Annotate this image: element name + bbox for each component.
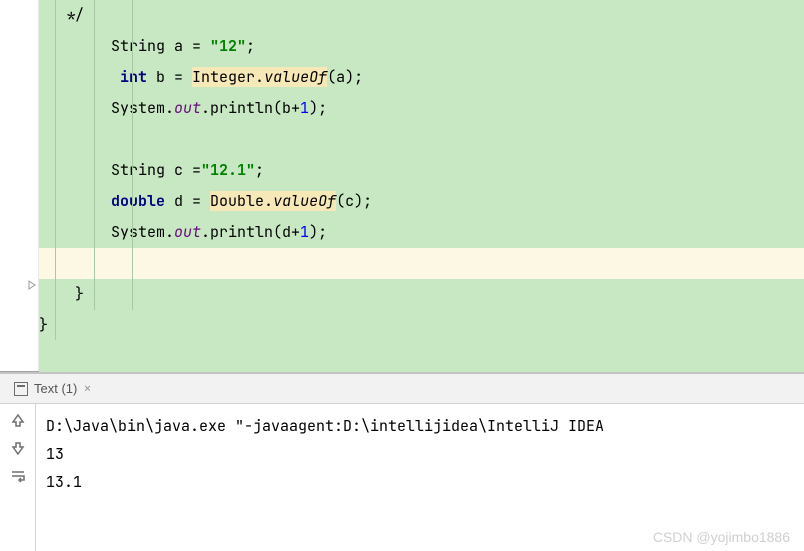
code-token: "12" <box>210 36 246 56</box>
code-token: Double. <box>210 191 273 211</box>
code-token: out <box>174 98 201 118</box>
code-line[interactable] <box>39 248 804 279</box>
code-token <box>39 191 111 211</box>
code-area[interactable]: */ String a = "12"; int b = Integer.valu… <box>39 0 804 372</box>
code-line[interactable]: } <box>39 279 804 310</box>
code-token: ; <box>246 36 255 56</box>
console-output[interactable]: D:\Java\bin\java.exe "-javaagent:D:\inte… <box>36 404 623 551</box>
code-line[interactable] <box>39 341 804 372</box>
code-token: "12.1" <box>201 160 255 180</box>
code-token <box>39 253 48 273</box>
code-line[interactable]: String a = "12"; <box>39 31 804 62</box>
code-token: valueOf <box>264 67 327 87</box>
code-token: System. <box>39 222 174 242</box>
code-line[interactable]: System.out.println(b+1); <box>39 93 804 124</box>
code-token: ( <box>327 67 336 87</box>
code-token: .println(b+ <box>201 98 300 118</box>
code-line[interactable]: double d = Double.valueOf(c); <box>39 186 804 217</box>
code-line[interactable]: } <box>39 310 804 341</box>
code-token: d = <box>165 191 210 211</box>
indent-guide <box>55 0 56 340</box>
code-token: 1 <box>300 222 309 242</box>
code-token: double <box>111 191 165 211</box>
code-token: .println(d+ <box>201 222 300 242</box>
code-token: } <box>39 284 84 304</box>
fold-end-icon <box>28 280 38 290</box>
console-tab-label[interactable]: Text (1) <box>34 381 77 396</box>
code-token: a <box>336 67 345 87</box>
code-line[interactable]: */ <box>39 0 804 31</box>
code-line[interactable] <box>39 124 804 155</box>
code-token: ); <box>345 67 363 87</box>
code-token <box>39 346 48 366</box>
code-token: out <box>174 222 201 242</box>
console-line: D:\Java\bin\java.exe "-javaagent:D:\inte… <box>46 412 613 440</box>
code-token: ); <box>309 98 327 118</box>
code-token: valueOf <box>273 191 336 211</box>
code-token: 1 <box>300 98 309 118</box>
code-token: } <box>39 315 48 335</box>
watermark: CSDN @yojimbo1886 <box>653 529 790 545</box>
code-token: (c); <box>336 191 372 211</box>
editor-gutter <box>0 0 39 371</box>
console-line: 13 <box>46 440 613 468</box>
code-token: b = <box>147 67 192 87</box>
arrow-up-icon[interactable] <box>10 412 26 428</box>
code-token <box>39 67 120 87</box>
code-token: String a = <box>39 36 210 56</box>
arrow-down-icon[interactable] <box>10 440 26 456</box>
code-token: int <box>120 67 147 87</box>
code-line[interactable]: System.out.println(d+1); <box>39 217 804 248</box>
code-token: String c = <box>39 160 201 180</box>
code-token: System. <box>39 98 174 118</box>
code-token: */ <box>39 5 84 25</box>
console-tab-bar: Text (1) × <box>0 374 804 404</box>
indent-guide <box>94 0 95 310</box>
soft-wrap-icon[interactable] <box>10 468 26 484</box>
console-line: 13.1 <box>46 468 613 496</box>
text-file-icon <box>14 382 28 396</box>
code-editor[interactable]: */ String a = "12"; int b = Integer.valu… <box>0 0 804 371</box>
code-token: ); <box>309 222 327 242</box>
close-icon[interactable]: × <box>83 380 91 398</box>
code-token <box>39 129 48 149</box>
code-token: ; <box>255 160 264 180</box>
code-line[interactable]: String c ="12.1"; <box>39 155 804 186</box>
code-token: Integer. <box>192 67 264 87</box>
code-line[interactable]: int b = Integer.valueOf(a); <box>39 62 804 93</box>
indent-guide <box>132 0 133 310</box>
console-toolbar <box>0 404 36 551</box>
